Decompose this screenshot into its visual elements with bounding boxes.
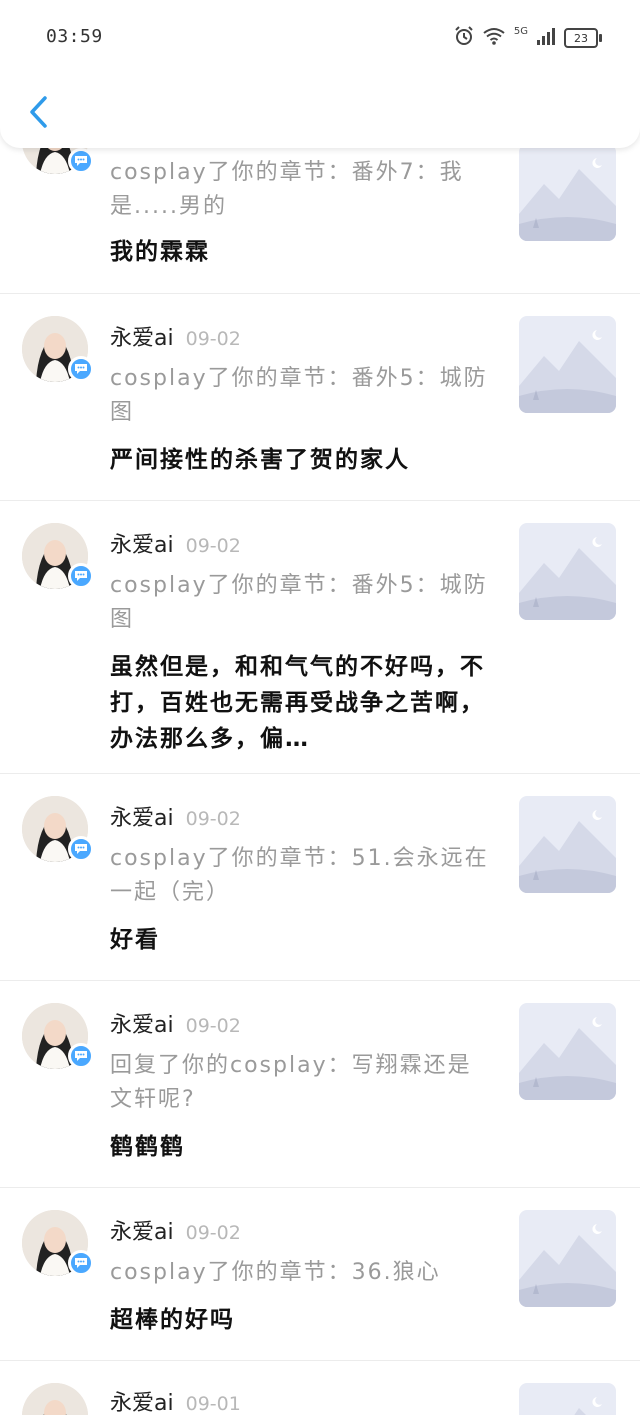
comment-badge-icon	[68, 1043, 94, 1069]
battery-level: 23	[574, 31, 588, 45]
item-comment: 我的霖霖	[110, 239, 210, 265]
user-name[interactable]: 永爱ai	[110, 800, 174, 832]
item-summary: cosplay了你的章节：番外5：城防图	[110, 366, 488, 425]
status-icons: 5G 23	[454, 24, 602, 52]
list-item[interactable]: 永爱ai 09-02 回复了你的cosplay：写翔霖还是文轩呢? 鹤鹤鹤	[0, 981, 640, 1188]
back-button[interactable]	[18, 94, 58, 134]
list-item[interactable]: 永爱ai 09-02 cosplay了你的章节：51.会永远在一起（完） 好看	[0, 774, 640, 981]
network-type: 5G	[513, 26, 528, 37]
status-time: 03:59	[46, 26, 103, 47]
chapter-thumbnail[interactable]	[519, 316, 616, 413]
chapter-thumbnail[interactable]	[519, 144, 616, 241]
chapter-thumbnail[interactable]	[519, 1210, 616, 1307]
item-date: 09-02	[185, 1222, 241, 1244]
battery-icon: 23	[564, 28, 602, 48]
comment-badge-icon	[68, 1250, 94, 1276]
item-date: 09-01	[185, 1393, 241, 1415]
chapter-thumbnail[interactable]	[519, 1003, 616, 1100]
item-summary: 回复了你的cosplay：写翔霖还是文轩呢?	[110, 1053, 472, 1112]
list-item[interactable]: 永爱ai 09-02 cosplay了你的章节：36.狼心 超棒的好吗	[0, 1188, 640, 1361]
user-name[interactable]: 永爱ai	[110, 1007, 174, 1039]
chapter-thumbnail[interactable]	[519, 796, 616, 893]
list-item[interactable]: 永爱ai 09-02 cosplay了你的章节：番外5：城防图 虽然但是，和和气…	[0, 501, 640, 774]
user-name[interactable]: 永爱ai	[110, 1385, 174, 1415]
item-comment: 好看	[110, 927, 160, 953]
item-summary: cosplay了你的章节：番外7：我是.....男的	[110, 160, 464, 219]
item-summary: cosplay了你的章节：51.会永远在一起（完）	[110, 846, 489, 905]
alarm-icon	[454, 26, 474, 50]
item-comment: 严间接性的杀害了贺的家人	[110, 447, 410, 473]
user-name[interactable]: 永爱ai	[110, 527, 174, 559]
avatar[interactable]	[22, 796, 94, 862]
user-name[interactable]: 永爱ai	[110, 1214, 174, 1246]
user-name[interactable]: 永爱ai	[110, 320, 174, 352]
avatar[interactable]	[22, 523, 94, 589]
comment-badge-icon	[68, 356, 94, 382]
item-summary: cosplay了你的章节：36.狼心	[110, 1260, 441, 1285]
item-date: 09-02	[185, 1015, 241, 1037]
avatar[interactable]	[22, 1383, 88, 1415]
top-bar: 03:59 5G 23	[0, 0, 640, 148]
comment-badge-icon	[68, 836, 94, 862]
avatar[interactable]	[22, 1003, 94, 1069]
chapter-thumbnail[interactable]	[519, 523, 616, 620]
item-date: 09-02	[185, 808, 241, 830]
comment-badge-icon	[68, 148, 94, 174]
avatar[interactable]	[22, 316, 94, 382]
list-item[interactable]: 永爱ai 09-02 cosplay了你的章节：番外5：城防图 严间接性的杀害了…	[0, 294, 640, 501]
chapter-thumbnail[interactable]	[519, 1383, 616, 1415]
item-date: 09-02	[185, 328, 241, 350]
list-item[interactable]: 永爱ai 09-01	[0, 1361, 640, 1415]
item-comment: 超棒的好吗	[110, 1307, 235, 1333]
wifi-icon	[482, 27, 506, 49]
item-date: 09-02	[185, 535, 241, 557]
signal-icon	[536, 27, 556, 49]
item-comment: 鹤鹤鹤	[110, 1134, 185, 1160]
avatar[interactable]	[22, 1210, 94, 1276]
item-summary: cosplay了你的章节：番外5：城防图	[110, 573, 488, 632]
comment-badge-icon	[68, 563, 94, 589]
chevron-left-icon	[27, 95, 49, 133]
item-comment: 虽然但是，和和气气的不好吗，不打，百姓也无需再受战争之苦啊，办法那么多，偏…	[110, 654, 485, 752]
